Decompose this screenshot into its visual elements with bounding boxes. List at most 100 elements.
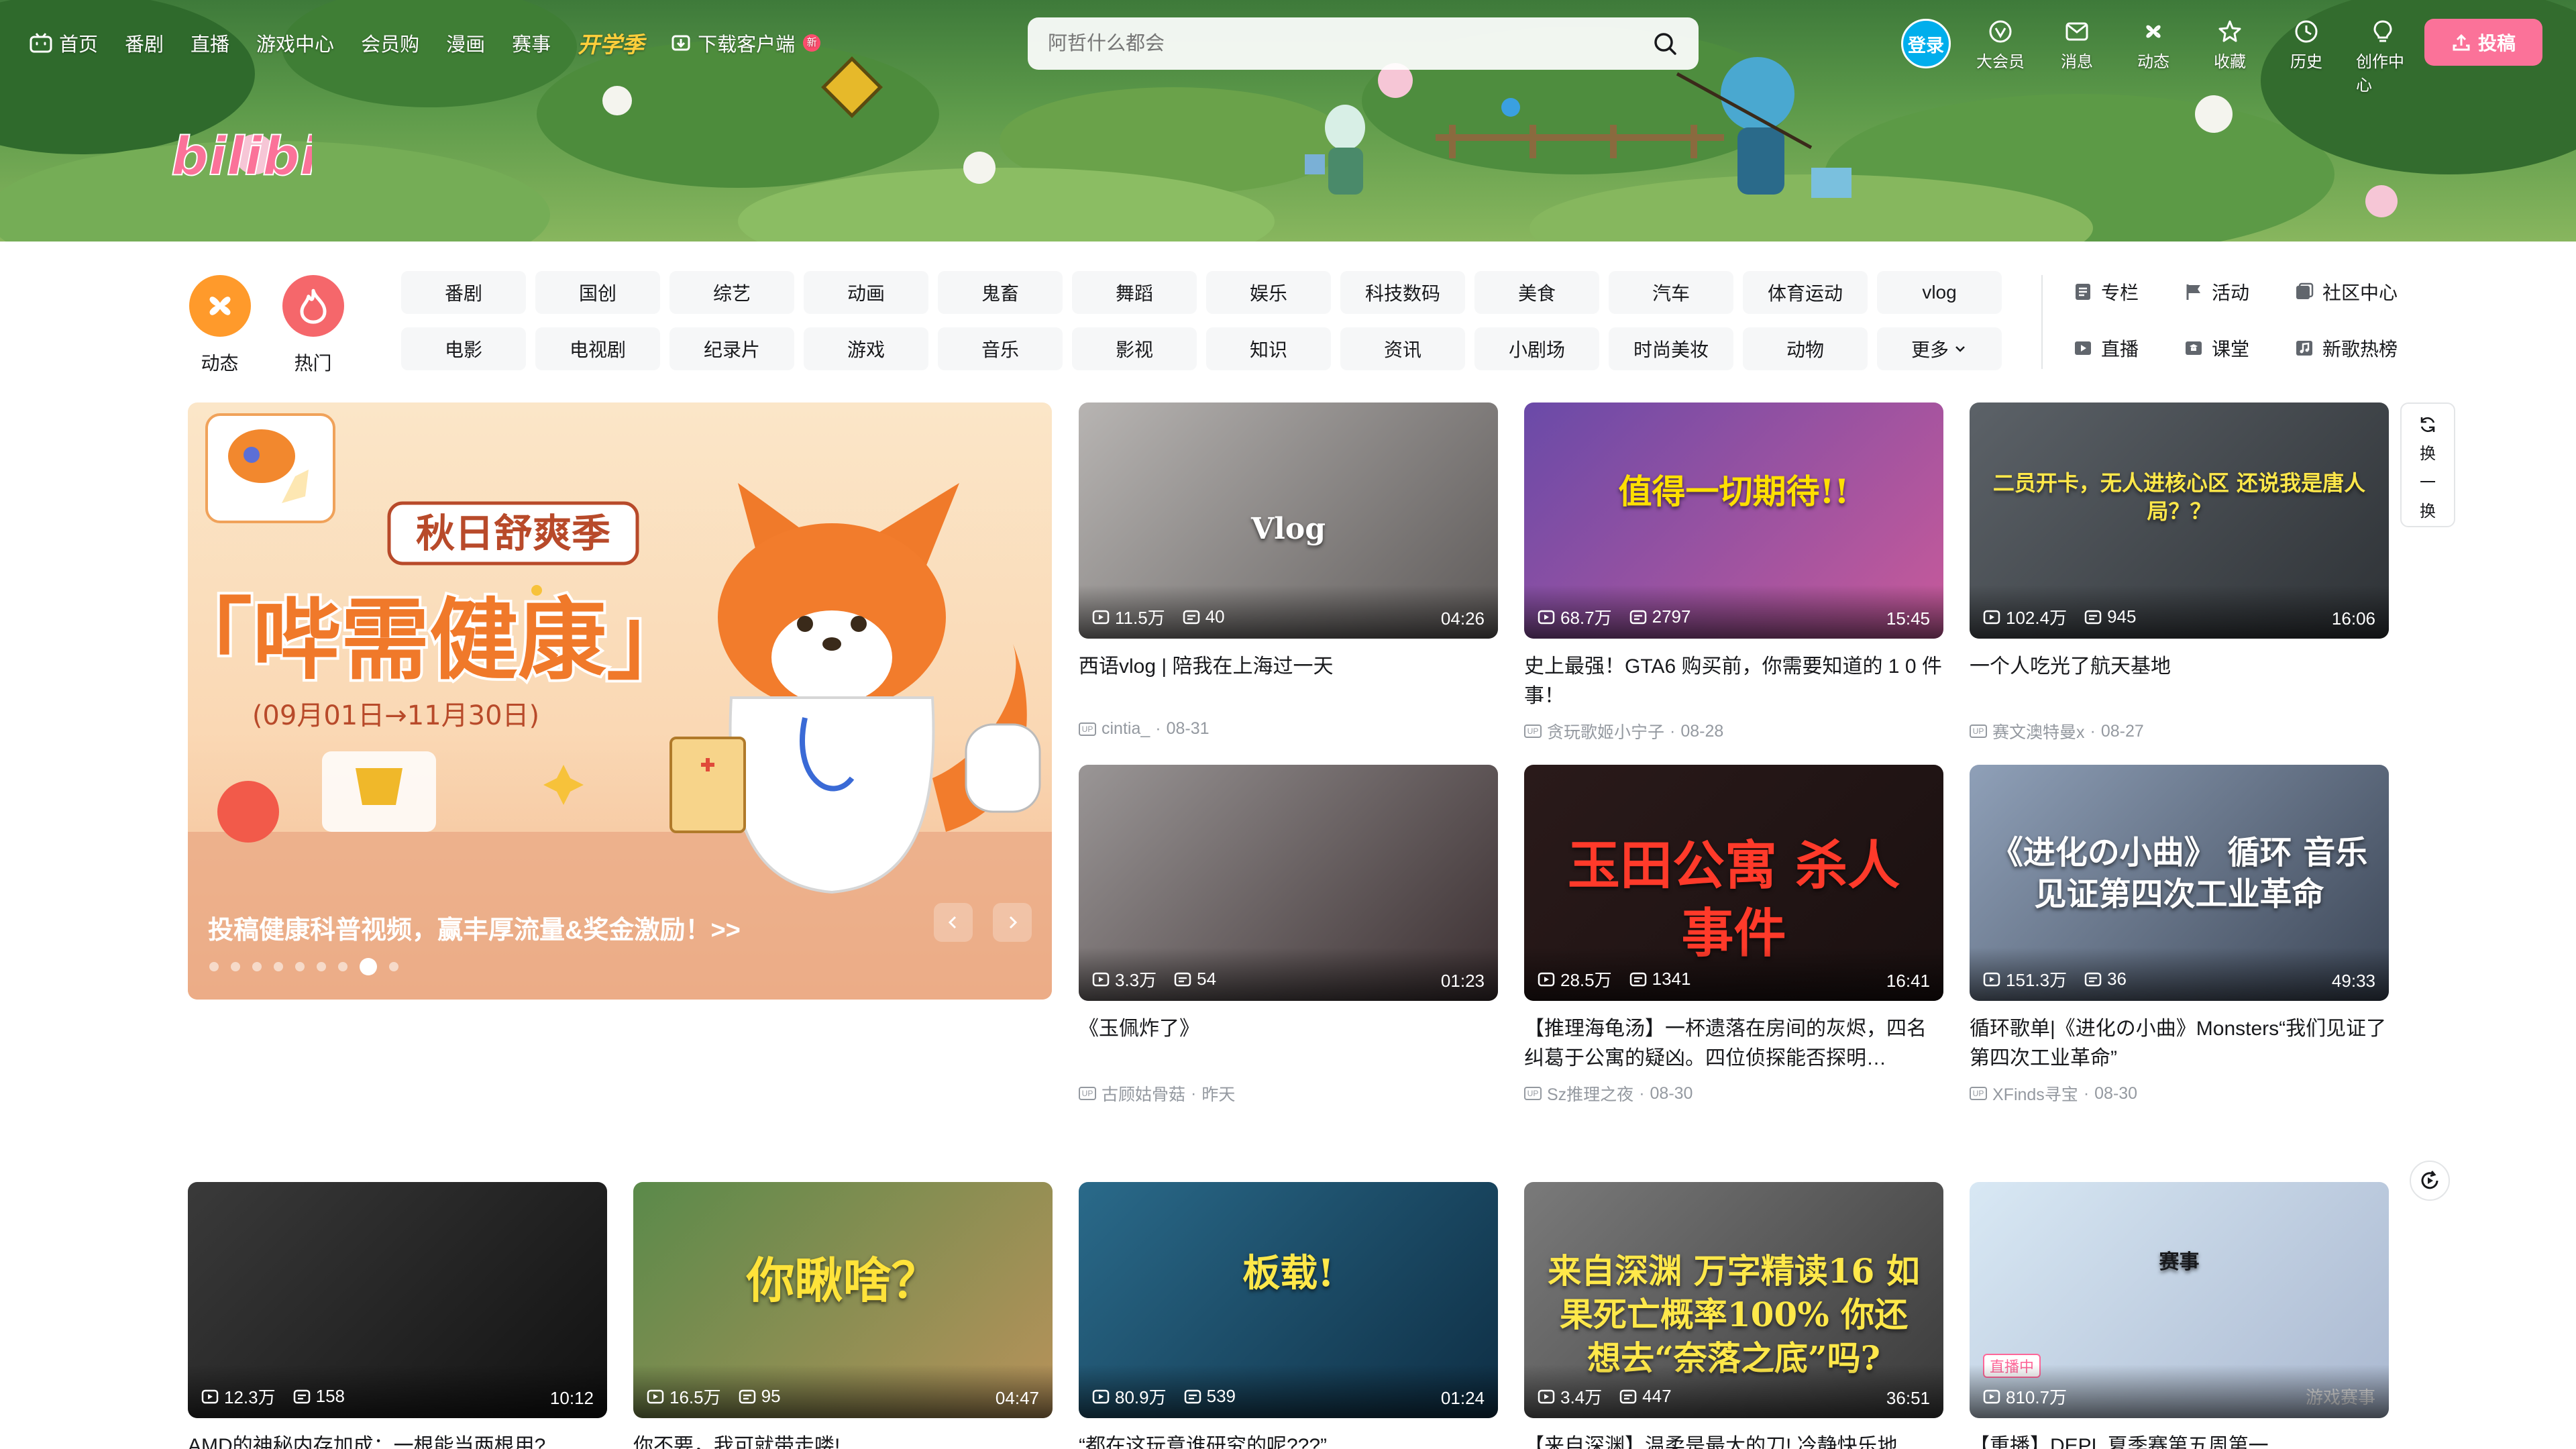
- channel-item[interactable]: 番剧: [401, 271, 526, 314]
- video-thumbnail[interactable]: 你瞅啥？ 16.5万 95 04:47: [633, 1182, 1053, 1418]
- bilibili-logo[interactable]: bilibili: [171, 121, 312, 195]
- side-link-activity[interactable]: 活动: [2184, 275, 2288, 309]
- uploader-name[interactable]: 贪玩歌姬小宁子: [1547, 719, 1664, 743]
- nav-download-client[interactable]: 下载客户端 新: [671, 29, 821, 57]
- channel-item[interactable]: 舞蹈: [1072, 271, 1197, 314]
- carousel-dot[interactable]: [274, 962, 283, 971]
- video-thumbnail[interactable]: 板载! 80.9万 539 01:24: [1079, 1182, 1498, 1418]
- carousel-dot[interactable]: [338, 962, 347, 971]
- channel-item[interactable]: 音乐: [938, 327, 1063, 370]
- login-button[interactable]: 登录: [1901, 19, 1951, 68]
- nav-back-to-school[interactable]: 开学季: [578, 27, 644, 59]
- video-title[interactable]: 一个人吃光了航天基地: [1970, 652, 2389, 711]
- carousel-dot[interactable]: [317, 962, 326, 971]
- channel-item[interactable]: 动物: [1743, 327, 1868, 370]
- side-link-classroom[interactable]: 课堂: [2184, 331, 2288, 365]
- channel-item[interactable]: 资讯: [1340, 327, 1465, 370]
- video-card[interactable]: 玉田公寓 杀人事件 28.5万 1341 16:41 【推理海龟汤】一杯遗落在房…: [1524, 765, 1943, 1106]
- channel-item[interactable]: 纪录片: [669, 327, 794, 370]
- side-link-live[interactable]: 直播: [2073, 331, 2177, 365]
- nav-history[interactable]: 历史: [2279, 19, 2333, 72]
- carousel-dot[interactable]: [295, 962, 305, 971]
- video-thumbnail[interactable]: 《进化の小曲》 循环 音乐 见证第四次工业革命 151.3万 36 49:33: [1970, 765, 2389, 1001]
- video-title[interactable]: 循环歌单|《进化の小曲》Monsters“我们见证了第四次工业革命”: [1970, 1014, 2389, 1073]
- nav-feed[interactable]: 动态: [2127, 19, 2180, 72]
- side-link-community[interactable]: 社区中心: [2294, 275, 2428, 309]
- channel-item[interactable]: 美食: [1474, 271, 1599, 314]
- nav-esports[interactable]: 赛事: [512, 29, 551, 57]
- video-thumbnail[interactable]: 来自深渊 万字精读16 如果死亡概率100% 你还想去“奈落之底”吗? 3.4万…: [1524, 1182, 1943, 1418]
- video-thumbnail[interactable]: 赛事 直播中 游戏赛事 810.7万: [1970, 1182, 2389, 1418]
- carousel-dot[interactable]: [360, 958, 377, 975]
- nav-home[interactable]: 首页: [30, 29, 98, 57]
- channel-feed[interactable]: 动态: [188, 275, 252, 376]
- nav-live[interactable]: 直播: [191, 29, 229, 57]
- video-thumbnail[interactable]: 二员开卡，无人进核心区 还说我是唐人局？？ 102.4万 945 16:06: [1970, 402, 2389, 639]
- channel-item[interactable]: 时尚美妆: [1609, 327, 1733, 370]
- carousel-prev-button[interactable]: [934, 903, 973, 942]
- feed-refresh-button[interactable]: [2410, 1161, 2450, 1201]
- video-title[interactable]: 你不要，我可就带走喽!: [633, 1432, 1053, 1449]
- video-thumbnail[interactable]: 3.3万 54 01:23: [1079, 765, 1498, 1001]
- video-thumbnail[interactable]: 12.3万 158 10:12: [188, 1182, 607, 1418]
- channel-item[interactable]: 知识: [1206, 327, 1331, 370]
- video-title[interactable]: 【重播】DEPL 夏季赛第五周第一: [1970, 1432, 2389, 1449]
- search-input[interactable]: [1048, 32, 1652, 55]
- channel-item[interactable]: 小剧场: [1474, 327, 1599, 370]
- video-title[interactable]: 【来自深渊】温柔是最大的刀! 冷静快乐地: [1524, 1432, 1943, 1449]
- uploader-name[interactable]: 古顾姑骨菇: [1102, 1081, 1185, 1106]
- channel-item[interactable]: 影视: [1072, 327, 1197, 370]
- search-bar[interactable]: [1028, 17, 1699, 70]
- video-card[interactable]: 12.3万 158 10:12 AMD的神秘内存加成：一根能当两根用?: [188, 1182, 607, 1449]
- promo-carousel[interactable]: 秋日舒爽季 「哔需健康」 (09月01日→11月30日) 投稿健康科普视频，赢丰…: [188, 402, 1052, 1000]
- channel-more-button[interactable]: 更多: [1877, 327, 2002, 370]
- side-link-column[interactable]: 专栏: [2073, 275, 2177, 309]
- search-icon[interactable]: [1652, 30, 1678, 57]
- video-card[interactable]: 来自深渊 万字精读16 如果死亡概率100% 你还想去“奈落之底”吗? 3.4万…: [1524, 1182, 1943, 1449]
- video-title[interactable]: 史上最强！GTA6 购买前，你需要知道的 1 0 件事！: [1524, 652, 1943, 711]
- channel-item[interactable]: 鬼畜: [938, 271, 1063, 314]
- channel-item[interactable]: 电视剧: [535, 327, 660, 370]
- nav-mall[interactable]: 会员购: [361, 29, 419, 57]
- carousel-caption[interactable]: 投稿健康科普视频，赢丰厚流量&奖金激励！>>: [208, 909, 741, 946]
- carousel-dot[interactable]: [252, 962, 262, 971]
- nav-favorites[interactable]: 收藏: [2203, 19, 2257, 72]
- video-title[interactable]: AMD的神秘内存加成：一根能当两根用?: [188, 1432, 607, 1449]
- video-card[interactable]: 3.3万 54 01:23 《玉佩炸了》 UP 古顾姑骨菇 · 昨天: [1079, 765, 1498, 1106]
- nav-creator-center[interactable]: 创作中心: [2356, 19, 2410, 95]
- video-card[interactable]: 值得一切期待!! 68.7万 2797 15:45 史上最强！GTA6 购买前，…: [1524, 402, 1943, 743]
- channel-item[interactable]: 体育运动: [1743, 271, 1868, 314]
- nav-game-center[interactable]: 游戏中心: [256, 29, 334, 57]
- video-card[interactable]: 二员开卡，无人进核心区 还说我是唐人局？？ 102.4万 945 16:06 一…: [1970, 402, 2389, 743]
- video-thumbnail[interactable]: 玉田公寓 杀人事件 28.5万 1341 16:41: [1524, 765, 1943, 1001]
- channel-item[interactable]: 国创: [535, 271, 660, 314]
- carousel-dot[interactable]: [209, 962, 219, 971]
- video-title[interactable]: “都在这玩意谁研究的呢???”: [1079, 1432, 1498, 1449]
- carousel-dot[interactable]: [389, 962, 398, 971]
- channel-hot[interactable]: 热门: [281, 275, 345, 376]
- channel-item[interactable]: 科技数码: [1340, 271, 1465, 314]
- nav-vip[interactable]: 大会员: [1974, 19, 2027, 72]
- video-card[interactable]: 你瞅啥？ 16.5万 95 04:47 你不要，我可就带走喽!: [633, 1182, 1053, 1449]
- nav-bangumi[interactable]: 番剧: [125, 29, 164, 57]
- carousel-next-button[interactable]: [993, 903, 1032, 942]
- refresh-button[interactable]: 换 一 换: [2400, 402, 2455, 527]
- video-title[interactable]: 【推理海龟汤】一杯遗落在房间的灰烬，四名纠葛于公寓的疑凶。四位侦探能否探明…: [1524, 1014, 1943, 1073]
- carousel-dot[interactable]: [231, 962, 240, 971]
- uploader-name[interactable]: Sz推理之夜: [1547, 1081, 1633, 1106]
- channel-item[interactable]: 娱乐: [1206, 271, 1331, 314]
- video-thumbnail[interactable]: Vlog 11.5万 40 04:26: [1079, 402, 1498, 639]
- side-link-music-chart[interactable]: 新歌热榜: [2294, 331, 2428, 365]
- uploader-name[interactable]: cintia_: [1102, 719, 1150, 739]
- video-card[interactable]: 赛事 直播中 游戏赛事 810.7万 【重播】DEPL 夏季赛第五周第一: [1970, 1182, 2389, 1449]
- video-card[interactable]: Vlog 11.5万 40 04:26 西语vlog | 陪我在上海过一天 UP: [1079, 402, 1498, 739]
- video-title[interactable]: 《玉佩炸了》: [1079, 1014, 1498, 1073]
- uploader-name[interactable]: XFinds寻宝: [1992, 1081, 2078, 1106]
- video-card[interactable]: 《进化の小曲》 循环 音乐 见证第四次工业革命 151.3万 36 49:33 …: [1970, 765, 2389, 1106]
- nav-manga[interactable]: 漫画: [446, 29, 485, 57]
- channel-item[interactable]: 游戏: [804, 327, 928, 370]
- video-card[interactable]: 板载! 80.9万 539 01:24 “都在这玩意谁研究的呢???”: [1079, 1182, 1498, 1449]
- video-title[interactable]: 西语vlog | 陪我在上海过一天: [1079, 652, 1498, 711]
- channel-item[interactable]: 电影: [401, 327, 526, 370]
- channel-item[interactable]: 汽车: [1609, 271, 1733, 314]
